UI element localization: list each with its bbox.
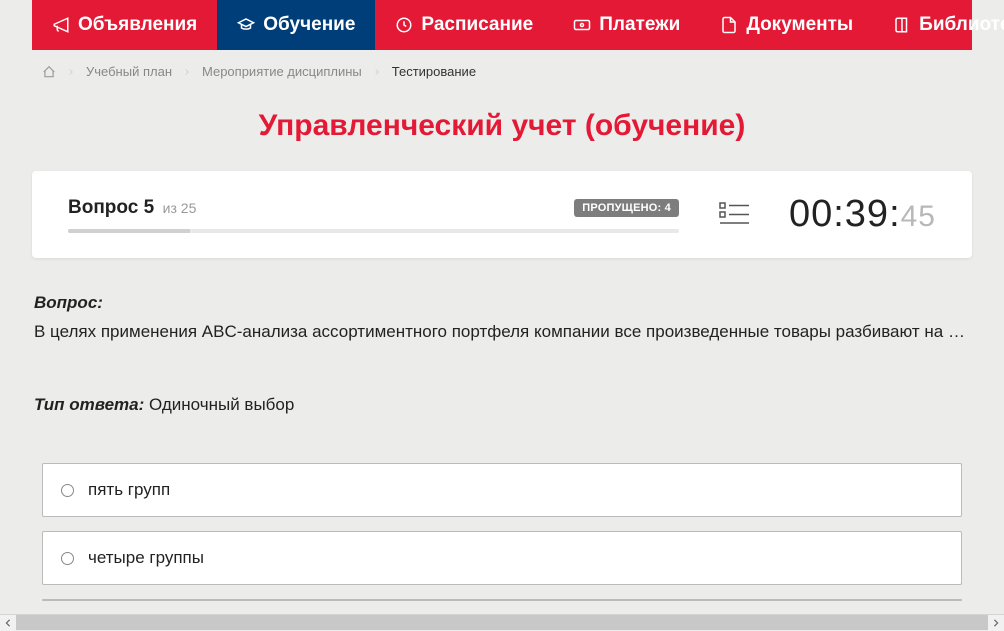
progress-bar xyxy=(68,229,679,233)
breadcrumb: Учебный план Мероприятие дисциплины Тест… xyxy=(32,50,972,89)
scroll-right-button[interactable] xyxy=(988,615,1004,631)
graduation-icon xyxy=(237,16,255,34)
question-header-card: Вопрос 5 из 25 ПРОПУЩЕНО: 4 00:39:45 xyxy=(32,171,972,258)
chevron-right-icon xyxy=(66,67,76,77)
nav-education[interactable]: Обучение xyxy=(217,0,375,50)
home-icon[interactable] xyxy=(42,65,56,79)
nav-label: Обучение xyxy=(263,14,355,36)
breadcrumb-testing: Тестирование xyxy=(392,64,476,79)
question-number: Вопрос 5 xyxy=(68,197,154,218)
question-list-icon[interactable] xyxy=(719,202,749,228)
radio-icon[interactable] xyxy=(61,484,74,497)
timer-minutes: 00 xyxy=(789,193,833,235)
question-text: В целях применения ABC-анализа ассортиме… xyxy=(34,319,970,345)
option-text: четыре группы xyxy=(88,548,204,568)
answer-type: Тип ответа: Одиночный выбор xyxy=(34,395,970,415)
payment-icon xyxy=(573,16,591,34)
document-icon xyxy=(720,16,738,34)
option-2[interactable]: четыре группы xyxy=(42,531,962,585)
nav-label: Библиотека xyxy=(919,14,1004,36)
nav-label: Документы xyxy=(746,14,853,36)
page-title: Управленческий учет (обучение) xyxy=(32,109,972,143)
megaphone-icon xyxy=(52,16,70,34)
nav-payments[interactable]: Платежи xyxy=(553,0,700,50)
chevron-right-icon xyxy=(372,67,382,77)
skipped-badge: ПРОПУЩЕНО: 4 xyxy=(574,199,679,217)
scroll-left-button[interactable] xyxy=(0,615,16,631)
main-navbar: Объявления Обучение Расписание Платежи xyxy=(32,0,972,50)
nav-label: Расписание xyxy=(421,14,533,36)
option-1[interactable]: пять групп xyxy=(42,463,962,517)
timer-ms: 45 xyxy=(901,200,936,233)
nav-label: Платежи xyxy=(599,14,680,36)
scroll-track[interactable] xyxy=(16,615,988,630)
nav-label: Объявления xyxy=(78,14,197,36)
timer-seconds: 39 xyxy=(845,193,889,235)
nav-schedule[interactable]: Расписание xyxy=(375,0,553,50)
options-list: пять групп четыре группы xyxy=(42,463,962,601)
book-icon xyxy=(893,16,911,34)
breadcrumb-event[interactable]: Мероприятие дисциплины xyxy=(202,64,362,79)
radio-icon[interactable] xyxy=(61,552,74,565)
horizontal-scrollbar[interactable] xyxy=(0,614,1004,630)
option-3-partial[interactable] xyxy=(42,599,962,601)
nav-announcements[interactable]: Объявления xyxy=(32,0,217,50)
progress-fill xyxy=(68,229,190,233)
option-text: пять групп xyxy=(88,480,170,500)
answer-type-label: Тип ответа: xyxy=(34,395,144,414)
question-body: Вопрос: В целях применения ABC-анализа а… xyxy=(32,258,972,601)
question-total: из 25 xyxy=(163,200,197,216)
breadcrumb-plan[interactable]: Учебный план xyxy=(86,64,172,79)
scroll-thumb[interactable] xyxy=(16,615,988,630)
clock-icon xyxy=(395,16,413,34)
page-wrapper[interactable]: Объявления Обучение Расписание Платежи xyxy=(0,0,1004,614)
chevron-right-icon xyxy=(182,67,192,77)
question-label: Вопрос: xyxy=(34,293,970,313)
nav-library[interactable]: Библиотека xyxy=(873,0,1004,50)
nav-documents[interactable]: Документы xyxy=(700,0,873,50)
answer-type-value: Одиночный выбор xyxy=(149,395,294,414)
timer: 00:39:45 xyxy=(789,193,936,236)
